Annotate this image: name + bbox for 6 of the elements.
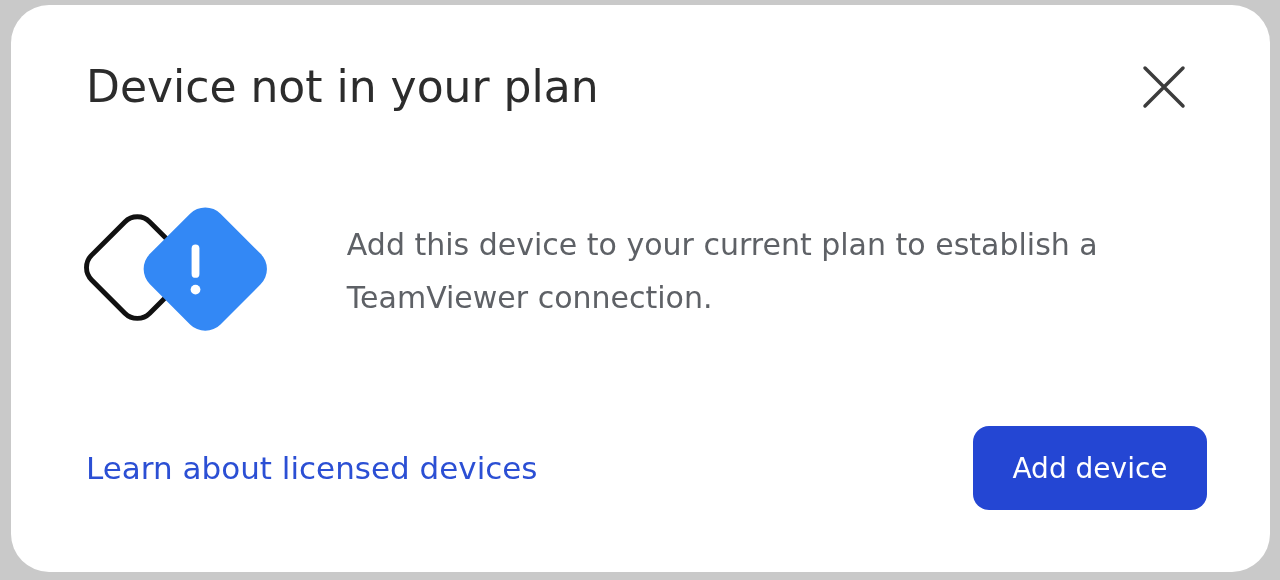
dialog-title: Device not in your plan xyxy=(86,61,599,112)
close-button[interactable] xyxy=(1142,64,1186,109)
learn-more-link[interactable]: Learn about licensed devices xyxy=(86,450,538,486)
message-text: Add this device to your current plan to establish a TeamViewer connection. xyxy=(346,226,1099,317)
add-device-button[interactable]: Add device xyxy=(973,426,1207,510)
close-icon xyxy=(1142,64,1186,109)
